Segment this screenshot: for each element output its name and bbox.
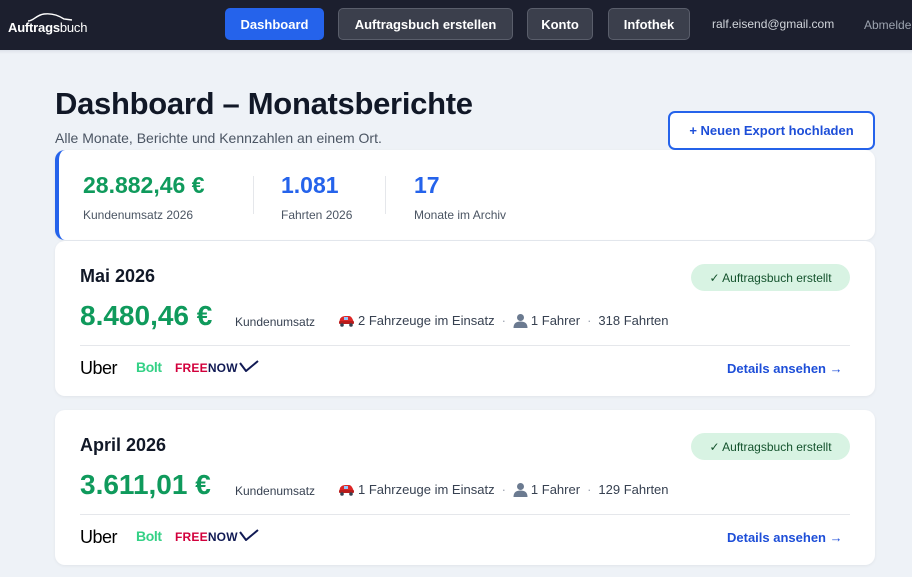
nav-konto-button[interactable]: Konto [527, 8, 593, 40]
freenow-logo: FREE NOW [175, 528, 259, 544]
month-meta: 2 Fahrzeuge im Einsatz · 1 Fahrer · 318 … [338, 313, 669, 328]
bolt-logo: Bolt [136, 528, 162, 544]
summary-card: 28.882,46 € Kundenumsatz 2026 1.081 Fahr… [55, 150, 875, 240]
month-revenue-value: 3.611,01 € [80, 469, 211, 500]
car-icon [339, 484, 354, 496]
logo-text: Auftragsbuch [8, 20, 88, 35]
nav-infothek-button[interactable]: Infothek [608, 8, 690, 40]
freenow-free-text: FREE [175, 361, 208, 375]
month-card-mai-2026: Mai 2026 ✓ Auftragsbuch erstellt 8.480,4… [55, 241, 875, 396]
car-icon [339, 315, 354, 327]
month-card-april-2026: April 2026 ✓ Auftragsbuch erstellt 3.611… [55, 410, 875, 565]
freenow-now-text: NOW [207, 361, 238, 375]
person-icon [513, 314, 528, 328]
stat-revenue-value: 28.882,46 € [83, 172, 205, 198]
stat-divider [385, 176, 386, 214]
meta-separator: · [501, 313, 506, 328]
status-badge: ✓ Auftragsbuch erstellt [691, 433, 850, 460]
month-revenue-label: Kundenumsatz [235, 315, 316, 329]
freenow-free-text: FREE [175, 530, 208, 544]
stat-trips-label: Fahrten 2026 [281, 208, 353, 222]
card-divider [80, 345, 850, 346]
details-link[interactable]: Details ansehen → [727, 361, 843, 376]
meta-separator: · [501, 482, 506, 497]
user-email: ralf.eisend@gmail.com [712, 17, 835, 31]
page-title: Dashboard – Monatsberichte [55, 86, 473, 121]
month-title: April 2026 [80, 435, 167, 455]
meta-separator: · [587, 482, 592, 497]
nav-dashboard-button[interactable]: Dashboard [225, 8, 324, 40]
month-drivers: 1 Fahrer [530, 482, 581, 497]
freenow-logo: FREE NOW [175, 359, 259, 375]
month-title: Mai 2026 [80, 266, 156, 286]
nav-shadow [0, 50, 912, 54]
month-trips: 318 Fahrten [598, 313, 669, 328]
nav-create-button[interactable]: Auftragsbuch erstellen [338, 8, 513, 40]
stat-months-value: 17 [414, 172, 440, 198]
uber-logo: Uber [80, 358, 118, 378]
month-trips: 129 Fahrten [598, 482, 669, 497]
person-icon [513, 483, 528, 497]
month-drivers: 1 Fahrer [530, 313, 581, 328]
month-revenue-value: 8.480,46 € [80, 300, 213, 331]
stat-revenue: 28.882,46 € Kundenumsatz 2026 [83, 172, 205, 222]
top-navigation: Auftragsbuch Dashboard Auftragsbuch erst… [0, 0, 912, 50]
month-revenue-label: Kundenumsatz [235, 484, 316, 498]
freenow-now-text: NOW [207, 530, 238, 544]
page-subtitle: Alle Monate, Berichte und Kennzahlen an … [55, 130, 382, 146]
stat-months: 17 Monate im Archiv [414, 172, 506, 222]
freenow-check-icon [238, 528, 259, 541]
meta-separator: · [587, 313, 592, 328]
card-divider [80, 514, 850, 515]
stat-trips-value: 1.081 [281, 172, 339, 198]
stat-divider [253, 176, 254, 214]
app-logo[interactable]: Auftragsbuch [8, 10, 98, 40]
uber-logo: Uber [80, 527, 118, 547]
month-vehicles: 1 Fahrzeuge im Einsatz [358, 482, 495, 497]
month-meta: 1 Fahrzeuge im Einsatz · 1 Fahrer · 129 … [338, 482, 669, 497]
freenow-check-icon [238, 359, 259, 372]
stat-months-label: Monate im Archiv [414, 208, 507, 222]
upload-export-button[interactable]: + Neuen Export hochladen [668, 111, 875, 150]
stat-revenue-label: Kundenumsatz 2026 [83, 208, 194, 222]
status-badge: ✓ Auftragsbuch erstellt [691, 264, 850, 291]
month-vehicles: 2 Fahrzeuge im Einsatz [358, 313, 495, 328]
bolt-logo: Bolt [136, 359, 162, 375]
logout-link[interactable]: Abmelden [864, 18, 912, 32]
stat-trips: 1.081 Fahrten 2026 [281, 172, 352, 222]
details-link[interactable]: Details ansehen → [727, 530, 843, 545]
